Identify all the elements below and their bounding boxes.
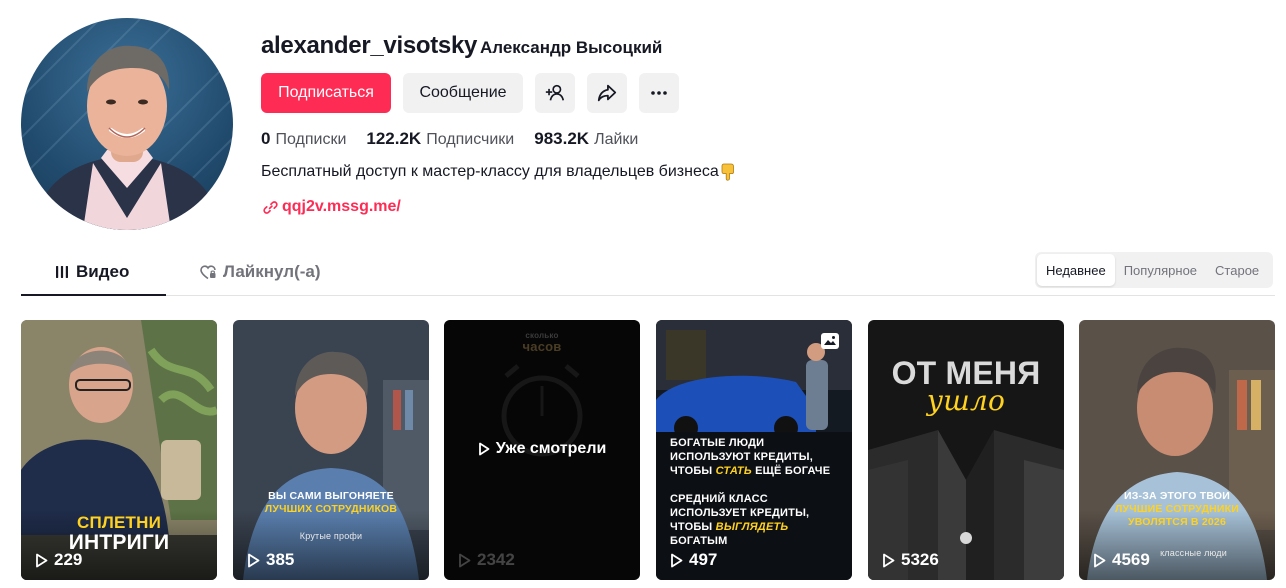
caption-line: УВОЛЯТСЯ В 2026 xyxy=(1128,516,1226,528)
profile-stats: 0 Подписки 122.2K Подписчики 983.2K Лайк… xyxy=(261,129,658,149)
caption-line: БОГАТЫМ xyxy=(670,535,728,547)
view-count: 4569 xyxy=(1093,550,1150,570)
likes-label: Лайки xyxy=(594,131,639,148)
grid-icon xyxy=(56,266,68,278)
video-caption: ОТ МЕНЯ ушло xyxy=(868,356,1064,418)
video-top-text: сколько часов xyxy=(444,331,640,354)
view-count-value: 2342 xyxy=(477,550,515,569)
heart-lock-icon xyxy=(200,264,216,279)
avatar[interactable] xyxy=(21,18,233,230)
profile-link[interactable]: qqj2v.mssg.me/ xyxy=(263,198,401,216)
video-grid: СПЛЕТНИ ИНТРИГИ 229 ВЫ САМИ ВЫГОНЯЕТЕ ЛУ… xyxy=(21,320,1275,580)
view-count: 5326 xyxy=(882,550,939,570)
bio: Бесплатный доступ к мастер-классу для вл… xyxy=(261,163,736,181)
caption-line: БОГАТЫЕ ЛЮДИ xyxy=(670,437,765,449)
tab-liked-label: Лайкнул(-а) xyxy=(223,262,321,281)
play-icon xyxy=(36,553,48,567)
play-icon xyxy=(883,553,895,567)
photo-carousel-icon xyxy=(821,333,839,349)
caption-line: ИСПОЛЬЗУЮТ КРЕДИТЫ, xyxy=(670,451,814,463)
caption-line: СПЛЕТНИ xyxy=(76,513,162,532)
follow-button[interactable]: Подписаться xyxy=(261,73,391,113)
active-tab-indicator xyxy=(21,294,166,296)
tab-videos-label: Видео xyxy=(76,262,130,281)
view-count-value: 229 xyxy=(54,550,83,569)
tab-liked[interactable]: Лайкнул(-а) xyxy=(200,262,321,282)
video-card[interactable]: СПЛЕТНИ ИНТРИГИ 229 xyxy=(21,320,217,580)
video-card[interactable]: ИЗ-ЗА ЭТОГО ТВОИ ЛУЧШИЕ СОТРУДНИКИ УВОЛЯ… xyxy=(1079,320,1275,580)
bio-text: Бесплатный доступ к мастер-классу для вл… xyxy=(261,163,719,180)
video-card[interactable]: ВЫ САМИ ВЫГОНЯЕТЕ ЛУЧШИХ СОТРУДНИКОВ Кру… xyxy=(233,320,429,580)
sort-oldest[interactable]: Старое xyxy=(1206,254,1268,286)
pointing-down-emoji-icon xyxy=(721,163,734,181)
share-button[interactable] xyxy=(587,73,627,113)
view-count: 2342 xyxy=(458,550,515,570)
caption-line-highlighted: ЧТОБЫ ВЫГЛЯДЕТЬ xyxy=(670,520,852,534)
profile-link-text: qqj2v.mssg.me/ xyxy=(282,198,401,215)
followers-count: 122.2K xyxy=(366,129,422,148)
view-count-value: 4569 xyxy=(1112,550,1150,569)
share-icon xyxy=(597,84,617,102)
video-caption: БОГАТЫЕ ЛЮДИ ИСПОЛЬЗУЮТ КРЕДИТЫ, ЧТОБЫ С… xyxy=(670,436,852,548)
add-friend-button[interactable] xyxy=(535,73,575,113)
more-dots-icon xyxy=(651,91,667,95)
likes-count: 983.2K xyxy=(534,129,590,148)
view-count-value: 385 xyxy=(266,550,295,569)
video-card[interactable]: БОГАТЫЕ ЛЮДИ ИСПОЛЬЗУЮТ КРЕДИТЫ, ЧТОБЫ С… xyxy=(656,320,852,580)
view-count: 497 xyxy=(670,550,717,570)
video-card[interactable]: ОТ МЕНЯ ушло 5326 xyxy=(868,320,1064,580)
username: alexander_visotsky xyxy=(261,32,478,59)
link-icon xyxy=(263,200,278,214)
play-icon xyxy=(671,553,683,567)
message-button[interactable]: Сообщение xyxy=(403,73,523,113)
tab-videos[interactable]: Видео xyxy=(55,262,129,282)
video-card[interactable]: сколько часов Уже смотрели 2342 xyxy=(444,320,640,580)
followers-stat[interactable]: 122.2K Подписчики xyxy=(366,129,514,149)
caption-line: ИЗ-ЗА ЭТОГО ТВОИ xyxy=(1123,490,1231,502)
sort-popular[interactable]: Популярное xyxy=(1115,254,1206,286)
play-icon xyxy=(459,553,471,567)
play-icon xyxy=(248,553,260,567)
caption-word: ЕЩЁ БОГАЧЕ xyxy=(755,465,831,477)
caption-word: ЧТОБЫ xyxy=(670,521,713,533)
following-label: Подписки xyxy=(275,131,347,148)
display-name: Александр Высоцкий xyxy=(480,38,663,57)
caption-subtext: Крутые профи xyxy=(299,531,363,541)
view-count: 385 xyxy=(247,550,294,570)
video-caption: СПЛЕТНИ ИНТРИГИ xyxy=(21,513,217,554)
view-count-value: 5326 xyxy=(901,550,939,569)
likes-stat: 983.2K Лайки xyxy=(534,129,638,149)
watched-overlay: Уже смотрели xyxy=(444,440,640,458)
view-count: 229 xyxy=(35,550,82,570)
following-count: 0 xyxy=(261,129,271,148)
caption-line: ЛУЧШИХ СОТРУДНИКОВ xyxy=(264,503,398,515)
add-user-icon xyxy=(545,84,565,101)
caption-word: ЧТОБЫ xyxy=(670,465,713,477)
caption-line: ВЫ САМИ ВЫГОНЯЕТЕ xyxy=(268,490,394,502)
play-icon xyxy=(478,442,490,456)
caption-line: часов xyxy=(522,339,562,354)
watched-label: Уже смотрели xyxy=(495,440,607,457)
followers-label: Подписчики xyxy=(426,131,515,148)
sort-recent[interactable]: Недавнее xyxy=(1037,254,1115,286)
following-stat[interactable]: 0 Подписки xyxy=(261,129,346,149)
more-options-button[interactable] xyxy=(639,73,679,113)
caption-line: ИСПОЛЬЗУЕТ КРЕДИТЫ, xyxy=(670,507,810,519)
sort-selector: Недавнее Популярное Старое xyxy=(1035,252,1273,288)
caption-line: СРЕДНИЙ КЛАСС xyxy=(670,493,768,505)
caption-line: ЛУЧШИЕ СОТРУДНИКИ xyxy=(1114,503,1240,515)
caption-word: ВЫГЛЯДЕТЬ xyxy=(715,521,789,533)
caption-word: СТАТЬ xyxy=(715,465,752,477)
play-icon xyxy=(1094,553,1106,567)
video-caption: ВЫ САМИ ВЫГОНЯЕТЕ ЛУЧШИХ СОТРУДНИКОВ Кру… xyxy=(233,490,429,543)
caption-line-highlighted: ЧТОБЫ СТАТЬ ЕЩЁ БОГАЧЕ xyxy=(670,464,852,478)
view-count-value: 497 xyxy=(689,550,718,569)
